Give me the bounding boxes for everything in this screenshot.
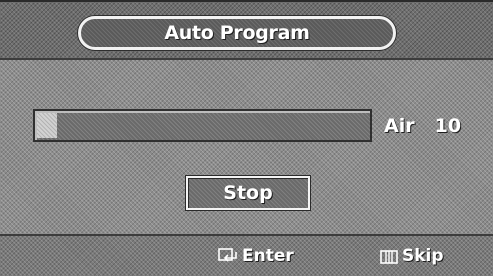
menu-icon [380,250,398,264]
enter-label: Enter [242,246,294,266]
channel-number: 10 [434,115,462,137]
scan-progress-fill [37,113,57,138]
scan-progress-bar [33,109,372,142]
skip-label: Skip [402,246,444,266]
title-pill: Auto Program [78,16,396,50]
enter-icon [218,248,237,262]
auto-program-osd: Auto Program Air 10 Stop Enter Skip [0,0,493,276]
channel-readout: Air 10 [384,112,461,140]
page-title: Auto Program [164,22,310,44]
footer-hint-bar: Enter Skip [0,234,493,276]
skip-hint[interactable]: Skip [380,242,444,270]
enter-hint[interactable]: Enter [218,242,294,270]
title-bar: Auto Program [0,2,493,60]
stop-button[interactable]: Stop [186,176,310,210]
signal-type-label: Air [384,115,415,137]
